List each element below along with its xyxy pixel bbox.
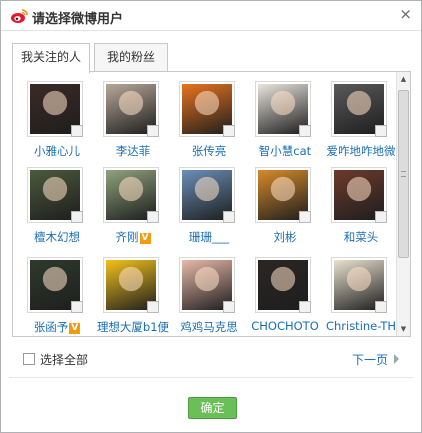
close-icon[interactable]: × bbox=[399, 6, 412, 22]
user-name-text: Christine-TH bbox=[325, 319, 397, 333]
user-select-checkbox[interactable] bbox=[299, 301, 311, 313]
user-name-text: 张传亮 bbox=[191, 144, 227, 158]
user-grid: 小雅心儿 李达菲 张传亮 智小慧cat 爱咋地咋地微 檀木幻想 齐刚 V 珊珊___ 刘彬 和菜头张… bbox=[13, 72, 398, 336]
scroll-up-arrow-icon[interactable]: ▲ bbox=[397, 72, 410, 86]
next-page-link[interactable]: 下一页 bbox=[352, 351, 388, 368]
select-all-label[interactable]: 选择全部 bbox=[40, 351, 88, 368]
verified-badge-icon: V bbox=[139, 233, 151, 244]
user-select-checkbox[interactable] bbox=[375, 211, 387, 223]
user-name[interactable]: 刘彬 bbox=[247, 229, 323, 245]
user-card[interactable]: 珊珊___ bbox=[171, 158, 247, 245]
select-all-checkbox[interactable] bbox=[23, 353, 35, 365]
user-name-text: 李达菲 bbox=[115, 144, 151, 158]
user-card[interactable]: 智小慧cat bbox=[247, 72, 323, 159]
user-name[interactable]: Christine-TH bbox=[323, 319, 399, 333]
user-name[interactable]: 珊珊___ bbox=[171, 229, 247, 245]
user-select-checkbox[interactable] bbox=[71, 211, 83, 223]
user-select-checkbox[interactable] bbox=[147, 125, 159, 137]
verified-badge-icon: V bbox=[69, 323, 81, 334]
user-name[interactable]: CHOCHOTO bbox=[247, 319, 323, 333]
user-card[interactable]: 小雅心儿 bbox=[19, 72, 95, 159]
user-card[interactable]: 和菜头 bbox=[323, 158, 399, 245]
user-select-checkbox[interactable] bbox=[71, 301, 83, 313]
user-name[interactable]: 张传亮 bbox=[171, 143, 247, 159]
user-name-text: 珊珊___ bbox=[188, 230, 230, 244]
user-card[interactable]: 齐刚 V bbox=[95, 158, 171, 245]
user-select-checkbox[interactable] bbox=[223, 301, 235, 313]
user-name-text: CHOCHOTO bbox=[251, 319, 319, 333]
weibo-logo-icon bbox=[11, 9, 28, 23]
dialog-title: 请选择微博用户 bbox=[32, 12, 124, 27]
user-select-checkbox[interactable] bbox=[375, 301, 387, 313]
user-select-checkbox[interactable] bbox=[147, 211, 159, 223]
confirm-button[interactable]: 确定 bbox=[188, 397, 237, 419]
user-select-checkbox[interactable] bbox=[223, 211, 235, 223]
user-card[interactable]: 爱咋地咋地微 bbox=[323, 72, 399, 159]
divider bbox=[9, 377, 413, 378]
next-arrow-icon[interactable] bbox=[394, 354, 399, 364]
user-select-checkbox[interactable] bbox=[299, 125, 311, 137]
user-name-text: 鸡鸡马克思 bbox=[180, 320, 238, 334]
user-select-checkbox[interactable] bbox=[71, 125, 83, 137]
user-name[interactable]: 小雅心儿 bbox=[19, 143, 95, 159]
user-name-text: 齐刚 bbox=[115, 230, 139, 244]
tab-following[interactable]: 我关注的人 bbox=[12, 43, 90, 73]
user-select-checkbox[interactable] bbox=[223, 125, 235, 137]
user-card[interactable]: 鸡鸡马克思 bbox=[171, 248, 247, 335]
user-name-text: 刘彬 bbox=[273, 230, 297, 244]
grip-icon bbox=[401, 171, 406, 177]
tab-followers[interactable]: 我的粉丝 bbox=[94, 43, 168, 72]
user-name-text: 智小慧cat bbox=[258, 144, 312, 158]
user-select-checkbox[interactable] bbox=[299, 211, 311, 223]
user-name-text: 张函予 bbox=[33, 320, 69, 334]
select-user-dialog: 请选择微博用户 × 我关注的人 我的粉丝 小雅心儿 李达菲 张传亮 智小慧cat 爱咋地… bbox=[0, 0, 422, 433]
user-card[interactable]: 理想大厦b1便 bbox=[95, 248, 171, 335]
user-list-panel: 小雅心儿 李达菲 张传亮 智小慧cat 爱咋地咋地微 檀木幻想 齐刚 V 珊珊___ 刘彬 和菜头张… bbox=[12, 71, 411, 337]
user-select-checkbox[interactable] bbox=[147, 301, 159, 313]
user-name-text: 理想大厦b1便 bbox=[96, 320, 170, 334]
user-name[interactable]: 智小慧cat bbox=[247, 143, 323, 159]
user-card[interactable]: CHOCHOTO bbox=[247, 248, 323, 333]
user-name-text: 爱咋地咋地微 bbox=[326, 144, 396, 158]
user-name[interactable]: 爱咋地咋地微 bbox=[323, 143, 399, 159]
user-name[interactable]: 李达菲 bbox=[95, 143, 171, 159]
user-card[interactable]: 张函予 V bbox=[19, 248, 95, 335]
user-name[interactable]: 张函予 V bbox=[19, 319, 95, 335]
user-name[interactable]: 和菜头 bbox=[323, 229, 399, 245]
user-name[interactable]: 鸡鸡马克思 bbox=[171, 319, 247, 335]
user-card[interactable]: 李达菲 bbox=[95, 72, 171, 159]
user-select-checkbox[interactable] bbox=[375, 125, 387, 137]
user-card[interactable]: 刘彬 bbox=[247, 158, 323, 245]
user-name[interactable]: 齐刚 V bbox=[95, 229, 171, 245]
user-name[interactable]: 理想大厦b1便 bbox=[95, 319, 171, 335]
user-card[interactable]: 檀木幻想 bbox=[19, 158, 95, 245]
user-name-text: 小雅心儿 bbox=[34, 144, 80, 158]
user-card[interactable]: 张传亮 bbox=[171, 72, 247, 159]
scrollbar-thumb[interactable] bbox=[398, 90, 409, 258]
pagination-row: 选择全部 下一页 bbox=[1, 346, 421, 370]
dialog-titlebar: 请选择微博用户 × bbox=[1, 1, 421, 31]
user-name[interactable]: 檀木幻想 bbox=[19, 229, 95, 245]
user-card[interactable]: Christine-TH bbox=[323, 248, 399, 333]
user-name-text: 檀木幻想 bbox=[34, 230, 80, 244]
vertical-scrollbar[interactable]: ▲ ▼ bbox=[396, 72, 410, 336]
user-name-text: 和菜头 bbox=[343, 230, 379, 244]
scroll-down-arrow-icon[interactable]: ▼ bbox=[397, 322, 410, 336]
